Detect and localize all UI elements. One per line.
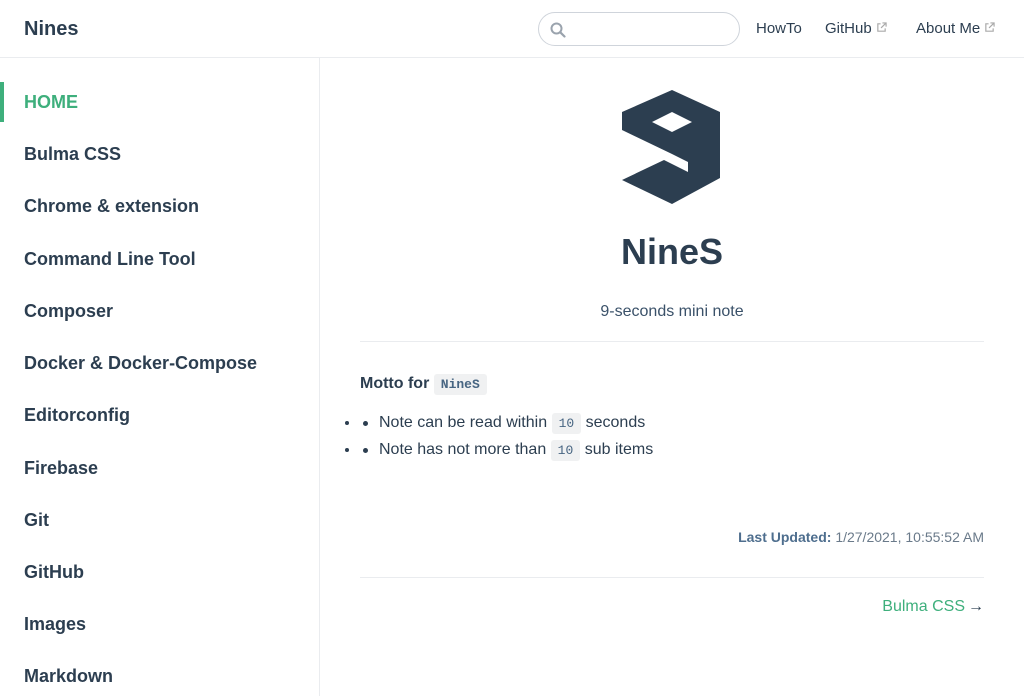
last-updated: Last Updated: 1/27/2021, 10:55:52 AM — [738, 527, 984, 547]
hero-description: 9-seconds mini note — [600, 303, 744, 320]
nav-link-label: HowTo — [756, 20, 802, 37]
sidebar-item-github[interactable]: GitHub — [0, 552, 319, 592]
list-item-code: 10 — [551, 413, 582, 434]
list-item-code: 10 — [550, 440, 581, 461]
sidebar-item-docker[interactable]: Docker & Docker-Compose — [0, 343, 319, 383]
nav-link-howto[interactable]: HowTo — [756, 19, 802, 39]
external-link-icon — [876, 22, 887, 32]
list-item-text: seconds — [585, 414, 646, 431]
hero-title: NineS — [620, 231, 724, 272]
sidebar-item-chrome-extension[interactable]: Chrome & extension — [0, 186, 319, 226]
sidebar-item-git[interactable]: Git — [0, 500, 319, 540]
sidebar-item-command-line-tool[interactable]: Command Line Tool — [0, 239, 319, 279]
search-icon — [550, 22, 566, 38]
search-box[interactable] — [538, 12, 740, 46]
sidebar-item-firebase[interactable]: Firebase — [0, 448, 319, 488]
list-item: Note has not more than 10 sub items — [360, 439, 984, 466]
divider — [360, 577, 984, 578]
sidebar-item-images[interactable]: Images — [0, 604, 319, 644]
sidebar: HOME Bulma CSS Chrome & extension Comman… — [0, 58, 320, 696]
navbar: Nines HowTo GitHub About Me — [0, 0, 1024, 58]
nav-link-label: About Me — [916, 20, 981, 37]
next-page-label: Bulma CSS — [882, 598, 965, 615]
list-item-text: Note can be read within — [379, 414, 548, 431]
sidebar-item-editorconfig[interactable]: Editorconfig — [0, 395, 319, 435]
next-page-link[interactable]: Bulma CSS → — [882, 596, 984, 618]
sidebar-item-bulma-css[interactable]: Bulma CSS — [0, 134, 319, 174]
nines-logo — [622, 90, 720, 204]
divider — [360, 341, 984, 342]
sidebar-item-markdown[interactable]: Markdown — [0, 656, 319, 696]
nav-link-label: GitHub — [825, 20, 872, 37]
last-updated-value: 1/27/2021, 10:55:52 AM — [835, 529, 984, 545]
list-item-text: Note has not more than — [379, 441, 547, 458]
external-link-icon — [985, 22, 995, 32]
last-updated-label: Last Updated: — [738, 529, 832, 545]
arrow-right-icon: → — [968, 598, 984, 615]
search-input[interactable] — [571, 17, 731, 41]
motto-list: Note can be read within 10 seconds Note … — [360, 412, 984, 466]
motto-label: Motto for — [360, 375, 430, 392]
motto-heading: Motto for NineS — [360, 373, 487, 396]
sidebar-item-composer[interactable]: Composer — [0, 291, 319, 331]
motto-code: NineS — [433, 374, 487, 395]
main-content: NineS 9-seconds mini note Motto for Nine… — [320, 58, 1024, 696]
list-item: Note can be read within 10 seconds — [360, 412, 984, 439]
site-name-link[interactable]: Nines — [24, 17, 78, 41]
nav-link-about-me[interactable]: About Me — [916, 19, 995, 39]
sidebar-item-home[interactable]: HOME — [0, 82, 319, 122]
list-item-text: sub items — [584, 441, 654, 458]
nav-link-github[interactable]: GitHub — [825, 19, 887, 39]
